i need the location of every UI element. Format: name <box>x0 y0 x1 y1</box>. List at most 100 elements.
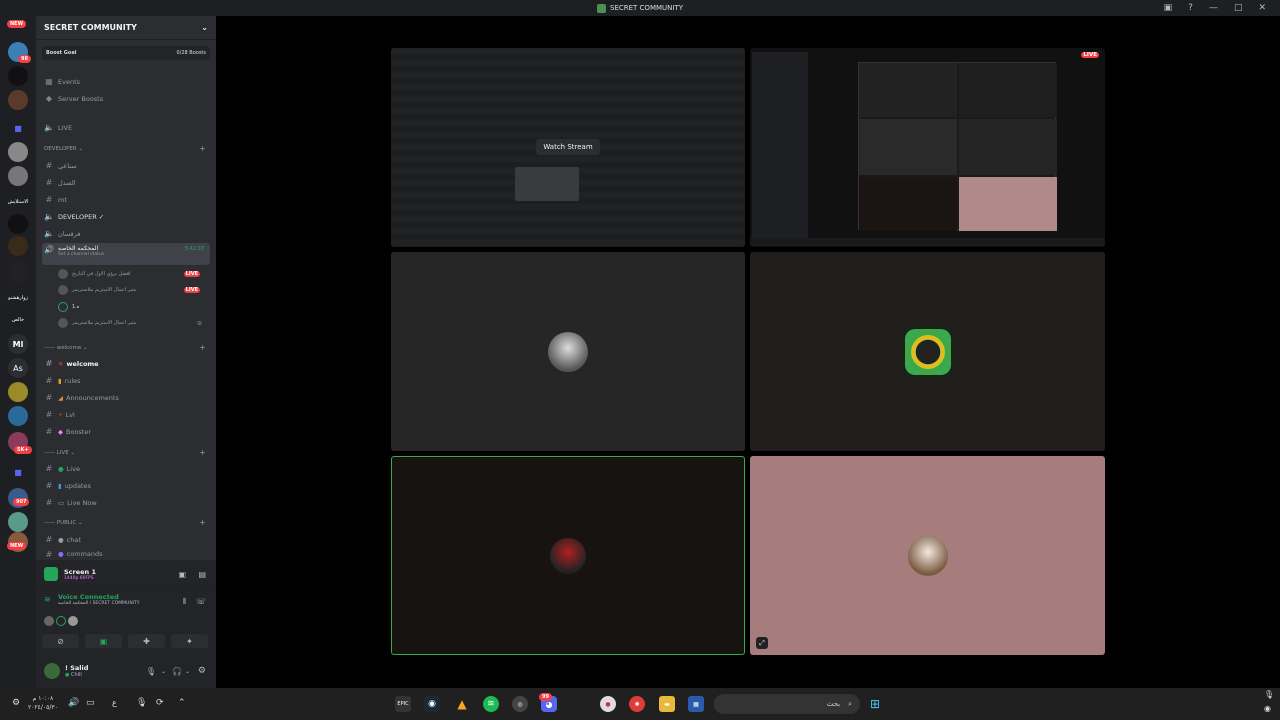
steam-icon[interactable]: ◉ <box>424 696 440 712</box>
avatar[interactable] <box>44 663 60 679</box>
text-channel[interactable]: # ◢ Announcements <box>42 390 210 405</box>
app-icon[interactable]: ◎ <box>512 696 528 712</box>
voice-channel-live[interactable]: 🔈 LIVE <box>42 120 210 135</box>
voice-channel-developer[interactable]: 🔈 DEVELOPER ✓ <box>42 209 210 224</box>
channel-status[interactable]: Set a channel status <box>58 252 104 257</box>
settings-icon[interactable]: ⚙ <box>198 666 206 676</box>
noise-suppression-icon[interactable]: ⦀ <box>182 597 186 607</box>
voice-channel[interactable]: 🔈 فرقسان <box>42 226 210 241</box>
stream-tile-live[interactable]: LIVE <box>750 48 1105 247</box>
app-icon[interactable]: ▦ <box>688 696 704 712</box>
participant-tile[interactable] <box>750 252 1105 451</box>
voice-user[interactable]: متير اعمال الاستريم ملاستريمر LIVE <box>58 283 208 297</box>
chevron-up-icon[interactable]: ⌃ <box>178 698 186 708</box>
add-channel-icon[interactable]: + <box>199 448 206 457</box>
category-public[interactable]: —— PUBLIC ⌄ <box>44 520 83 526</box>
chevron-down-icon[interactable]: ⌄ <box>161 668 166 675</box>
voice-location[interactable]: المحكمه الخاصه / SECRET COMMUNITY <box>58 601 140 606</box>
server-icon[interactable] <box>8 66 28 86</box>
server-boosts-item[interactable]: ◆ Server Boosts <box>42 91 210 106</box>
text-channel[interactable]: # ● chat <box>42 532 210 547</box>
settings-icon[interactable]: ⚙ <box>12 698 20 708</box>
stop-stream-icon[interactable]: ▤ <box>198 570 206 579</box>
stream-tile-preview[interactable]: Watch Stream <box>391 48 745 247</box>
watch-stream-button[interactable]: Watch Stream <box>536 138 600 155</box>
server-icon[interactable] <box>8 262 28 282</box>
text-channel-welcome[interactable]: # ✕ welcome <box>42 356 210 371</box>
voice-user[interactable]: 1.ه <box>58 300 208 314</box>
close-icon[interactable]: ✕ <box>1258 3 1266 13</box>
voice-channel-court[interactable]: 🔊 المحكمه الخاصه Set a channel status 5:… <box>42 243 210 265</box>
avatar[interactable] <box>68 616 78 626</box>
microphone-icon[interactable]: 🎙 <box>136 698 147 708</box>
folder-icon[interactable]: ■ <box>8 118 28 138</box>
popout-icon[interactable]: ⤢ <box>756 637 768 649</box>
voice-user[interactable]: متير اعمال الاستريم ملاستريمر ⊘ <box>58 316 208 330</box>
inbox-icon[interactable]: ▣ <box>1164 3 1173 13</box>
participant-tile[interactable] <box>391 252 745 451</box>
text-channel[interactable]: # سناعي <box>42 158 210 173</box>
activities-button[interactable]: ✚ <box>128 634 165 648</box>
app-icon[interactable]: ✺ <box>629 696 645 712</box>
category-developer[interactable]: DEVELOPER ⌄ <box>44 146 83 152</box>
minimize-icon[interactable]: — <box>1209 3 1218 13</box>
microphone-icon[interactable]: 🎙 <box>146 667 156 676</box>
maximize-icon[interactable]: □ <box>1234 3 1243 13</box>
location-icon[interactable]: ◉ <box>1264 704 1271 713</box>
server-label[interactable]: زوارهشنو <box>6 288 30 308</box>
avatar[interactable] <box>56 616 66 626</box>
text-channel[interactable]: # ▮ updates <box>42 478 210 493</box>
camera-off-button[interactable]: ⊘ <box>42 634 79 648</box>
add-channel-icon[interactable]: + <box>199 518 206 527</box>
events-item[interactable]: ▦ Events <box>42 74 210 89</box>
server-label[interactable]: الاستلايش <box>6 192 30 212</box>
network-icon[interactable]: ▭ <box>86 698 95 708</box>
windows-start-icon[interactable]: ⊞ <box>867 696 883 712</box>
chevron-down-icon[interactable]: ⌄ <box>185 668 190 675</box>
text-channel[interactable]: # ◆ Booster <box>42 424 210 439</box>
text-channel[interactable]: # الصدل <box>42 175 210 190</box>
server-icon[interactable] <box>8 512 28 532</box>
server-icon[interactable] <box>8 214 28 234</box>
help-icon[interactable]: ? <box>1188 3 1193 13</box>
server-icon[interactable] <box>8 382 28 402</box>
add-channel-icon[interactable]: + <box>199 343 206 352</box>
text-channel[interactable]: # ● Live <box>42 461 210 476</box>
sync-icon[interactable]: ⟳ <box>156 698 164 708</box>
server-icon[interactable] <box>8 142 28 162</box>
add-channel-icon[interactable]: + <box>199 144 206 153</box>
server-label[interactable]: خالص <box>6 310 30 330</box>
server-header[interactable]: SECRET COMMUNITY ⌄ <box>36 16 216 40</box>
folder-icon[interactable]: ■ <box>8 462 28 482</box>
server-icon[interactable] <box>8 166 28 186</box>
app-icon[interactable]: ▲ <box>454 696 470 712</box>
server-icon[interactable]: Ml <box>8 334 28 354</box>
volume-icon[interactable]: 🔊 <box>68 698 79 708</box>
disconnect-icon[interactable]: ☏ <box>196 597 206 606</box>
microphone-icon[interactable]: 🎙 <box>1264 690 1274 699</box>
category-welcome[interactable]: —— welcome ⌄ <box>44 345 88 351</box>
participant-tile-speaking[interactable] <box>391 456 745 655</box>
search-box[interactable]: بحث ⌕ <box>714 694 860 714</box>
text-channel[interactable]: # mt <box>42 192 210 207</box>
participant-tile[interactable]: ⤢ <box>750 456 1105 655</box>
server-icon[interactable] <box>8 406 28 426</box>
stream-settings-icon[interactable]: ▣ <box>178 570 186 579</box>
boost-goal[interactable]: Boost Goal 0/28 Boosts <box>42 46 210 60</box>
server-icon[interactable]: As <box>8 358 28 378</box>
spotify-icon[interactable]: ≋ <box>483 696 499 712</box>
share-screen-button[interactable]: ▣ <box>85 634 122 648</box>
clock[interactable]: ١٠:٠٨ م ٢٠٢٤/٠٥/٣٠ <box>28 694 58 712</box>
category-live[interactable]: —— LIVE ⌄ <box>44 450 75 456</box>
chrome-icon[interactable]: ● <box>600 696 616 712</box>
soundboard-button[interactable]: ✦ <box>171 634 208 648</box>
file-explorer-icon[interactable]: ▬ <box>659 696 675 712</box>
language-indicator[interactable]: ع <box>112 698 117 707</box>
server-icon[interactable] <box>8 236 28 256</box>
text-channel[interactable]: # ▭ Live Now <box>42 495 210 510</box>
text-channel[interactable]: # ▮ rules <box>42 373 210 388</box>
text-channel[interactable]: # ⚡ Lvl <box>42 407 210 422</box>
text-channel[interactable]: # ● commands <box>42 549 210 559</box>
epic-games-icon[interactable]: EPIC <box>395 696 411 712</box>
signal-icon[interactable]: ≋ <box>44 595 51 604</box>
